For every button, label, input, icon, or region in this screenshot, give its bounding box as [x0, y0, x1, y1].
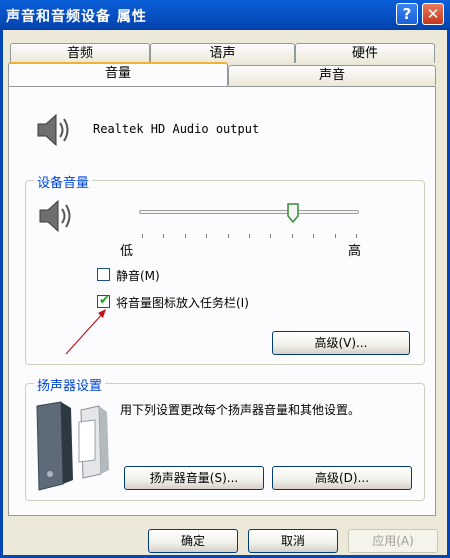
device-volume-group-label: 设备音量 [34, 172, 93, 191]
tab-sounds[interactable]: 声音 [228, 65, 436, 85]
ok-button[interactable]: 确定 [148, 529, 238, 553]
speaker-settings-group-label: 扬声器设置 [34, 375, 106, 394]
mute-label: 静音(M) [116, 269, 160, 283]
annotation-arrow [65, 309, 106, 355]
tab-audio[interactable]: 音频 [10, 43, 150, 63]
window-title: 声音和音频设备 属性 [6, 9, 147, 25]
title-bar: 声音和音频设备 属性 ? ✕ [0, 0, 450, 30]
speaker-description: 用下列设置更改每个扬声器音量和其他设置。 [120, 403, 361, 417]
help-button[interactable]: ? [396, 3, 418, 25]
slider-tick [163, 234, 165, 238]
close-button[interactable]: ✕ [422, 3, 444, 25]
volume-low-label: 低 [120, 244, 134, 259]
slider-tick [142, 234, 143, 238]
slider-tick [291, 234, 293, 238]
mute-checkbox[interactable] [97, 268, 110, 281]
volume-speaker-icon [39, 199, 71, 233]
speaker-advanced-button[interactable]: 高级(D)... [272, 466, 412, 490]
tab-hardware[interactable]: 硬件 [295, 43, 435, 63]
apply-button[interactable]: 应用(A) [348, 529, 438, 553]
speaker-icon [37, 113, 69, 147]
tray-icon-label: 将音量图标放入任务栏(I) [116, 296, 249, 310]
slider-tick [206, 234, 208, 238]
speaker-volume-button[interactable]: 扬声器音量(S)... [124, 466, 264, 490]
slider-tick [334, 234, 336, 238]
advanced-volume-button[interactable]: 高级(V)... [272, 331, 410, 355]
slider-tick [249, 234, 250, 238]
cancel-button[interactable]: 取消 [248, 529, 338, 553]
device-name: Realtek HD Audio output [93, 122, 260, 136]
slider-tick [313, 234, 315, 238]
volume-slider-thumb[interactable] [287, 203, 299, 223]
slider-tick [270, 234, 272, 238]
speakers-icon [36, 401, 109, 491]
tab-voice[interactable]: 语声 [150, 43, 295, 63]
slider-tick [356, 234, 357, 238]
tab-volume[interactable]: 音量 [8, 62, 228, 86]
volume-high-label: 高 [348, 244, 362, 259]
slider-tick [227, 234, 229, 238]
slider-tick [184, 234, 186, 238]
volume-slider-track[interactable] [139, 210, 359, 214]
